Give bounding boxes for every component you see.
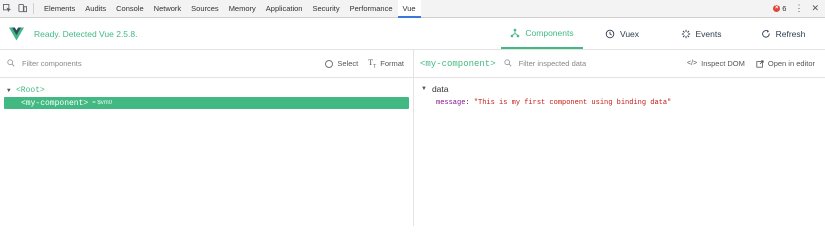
split-view: Select TT Format ▼ <Root> <my-component>… xyxy=(0,50,825,226)
inspector-pane: <my-component> </> Inspect DOM Open in e… xyxy=(414,50,825,226)
devtools-tab-sources[interactable]: Sources xyxy=(186,0,224,17)
devtools-tab-memory[interactable]: Memory xyxy=(224,0,261,17)
data-property-row: message: "This is my first component usi… xyxy=(436,99,825,107)
code-icon: </> xyxy=(686,60,698,67)
tab-refresh[interactable]: Refresh xyxy=(741,18,825,49)
tab-events[interactable]: Events xyxy=(661,18,741,49)
components-pane: Select TT Format ▼ <Root> <my-component>… xyxy=(0,50,414,226)
target-icon xyxy=(325,59,334,68)
devtools-tab-performance[interactable]: Performance xyxy=(345,0,398,17)
vue-tabs: Components Vuex Events Refresh xyxy=(501,18,825,49)
components-icon xyxy=(511,28,520,37)
inspector-toolbar: <my-component> </> Inspect DOM Open in e… xyxy=(414,50,825,78)
tree-node-my-component[interactable]: <my-component> = $vm0 xyxy=(4,97,409,109)
data-section-header[interactable]: ▼ data xyxy=(421,84,825,94)
more-vert-icon[interactable]: ⋮ xyxy=(794,3,803,14)
vue-logo-icon xyxy=(9,27,24,40)
tab-vuex-label: Vuex xyxy=(619,28,640,39)
status-text: Ready. Detected Vue 2.5.8. xyxy=(34,28,138,39)
devtools-tabs: Elements Audits Console Network Sources Memor… xyxy=(39,0,421,18)
select-button[interactable]: Select xyxy=(325,59,358,68)
data-section: ▼ data message: "This is my first compon… xyxy=(414,78,825,107)
expand-arrow-icon[interactable]: ▼ xyxy=(0,87,16,94)
my-component-node-label: <my-component> xyxy=(21,98,89,108)
devtools-tab-network[interactable]: Network xyxy=(149,0,187,17)
collapse-arrow-icon[interactable]: ▼ xyxy=(421,86,427,92)
open-external-icon xyxy=(756,59,764,68)
inspect-dom-label: Inspect DOM xyxy=(701,59,745,68)
vue-devtools-header: Ready. Detected Vue 2.5.8. Components Vu… xyxy=(0,18,825,50)
vm-ref-label: = $vm0 xyxy=(92,100,113,106)
property-key: message xyxy=(436,99,466,107)
tab-events-label: Events xyxy=(695,28,722,39)
devtools-tab-audits[interactable]: Audits xyxy=(80,0,111,17)
device-toolbar-icon[interactable] xyxy=(15,0,30,17)
components-toolbar-actions: Select TT Format xyxy=(325,58,404,70)
search-icon xyxy=(503,58,512,69)
close-icon[interactable]: ✕ xyxy=(811,3,819,14)
error-icon: × xyxy=(773,5,781,12)
select-label: Select xyxy=(337,59,359,68)
property-colon: : xyxy=(465,99,474,107)
toolbar-divider xyxy=(33,3,34,14)
devtools-tab-security[interactable]: Security xyxy=(307,0,344,17)
devtools-right-controls: × 6 ⋮ ✕ xyxy=(773,0,819,17)
tab-components[interactable]: Components xyxy=(501,18,583,49)
inspected-component-name: <my-component> xyxy=(420,58,496,69)
refresh-icon xyxy=(761,29,770,38)
open-in-editor-label: Open in editor xyxy=(767,59,815,68)
component-tree: ▼ <Root> <my-component> = $vm0 xyxy=(0,78,413,109)
devtools-tab-bar: Elements Audits Console Network Sources Memor… xyxy=(0,0,825,18)
tab-components-label: Components xyxy=(525,27,574,38)
error-count: 6 xyxy=(782,4,787,13)
format-icon: TT xyxy=(368,57,377,70)
filter-components-input[interactable] xyxy=(22,59,222,68)
devtools-tab-console[interactable]: Console xyxy=(111,0,149,17)
tab-refresh-label: Refresh xyxy=(775,28,806,39)
devtools-tab-application[interactable]: Application xyxy=(261,0,308,17)
format-button[interactable]: TT Format xyxy=(368,58,404,70)
search-icon xyxy=(7,58,15,69)
inspector-actions: </> Inspect DOM Open in editor xyxy=(687,59,815,68)
history-icon xyxy=(605,29,615,38)
devtools-tab-elements[interactable]: Elements xyxy=(39,0,80,17)
tree-node-root[interactable]: ▼ <Root> xyxy=(0,84,413,96)
inspect-cursor-icon[interactable] xyxy=(0,0,15,17)
open-in-editor-button[interactable]: Open in editor xyxy=(756,59,815,68)
format-label: Format xyxy=(380,59,404,68)
tab-vuex[interactable]: Vuex xyxy=(583,18,661,49)
inspect-dom-button[interactable]: </> Inspect DOM xyxy=(687,59,745,68)
events-icon xyxy=(681,29,690,38)
root-node-label: <Root> xyxy=(16,85,45,95)
devtools-tab-vue[interactable]: Vue xyxy=(397,0,421,18)
error-counter[interactable]: × 6 xyxy=(773,4,786,13)
data-section-title: data xyxy=(431,84,449,94)
property-value[interactable]: "This is my first component using bindin… xyxy=(474,99,671,107)
components-toolbar: Select TT Format xyxy=(0,50,413,78)
filter-inspected-data-input[interactable] xyxy=(518,59,669,68)
